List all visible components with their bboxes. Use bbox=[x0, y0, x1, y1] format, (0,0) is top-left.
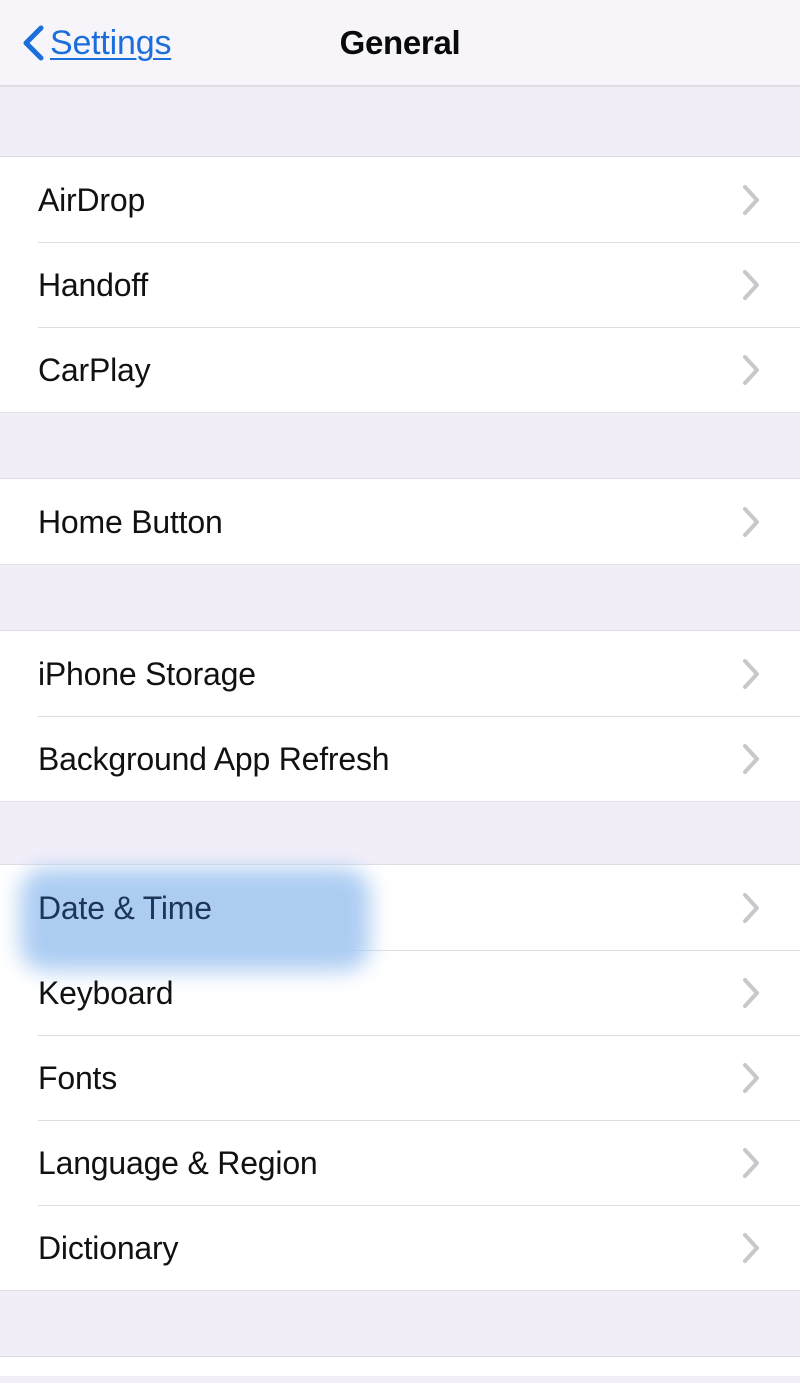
settings-row-label: Keyboard bbox=[38, 974, 174, 1011]
settings-row-iphone-storage[interactable]: iPhone Storage bbox=[0, 631, 800, 716]
group-gap-3 bbox=[0, 801, 800, 865]
chevron-right-icon bbox=[743, 506, 759, 537]
settings-row-label: AirDrop bbox=[38, 181, 146, 218]
settings-row-carplay[interactable]: CarPlay bbox=[0, 327, 800, 412]
settings-row-fonts[interactable]: Fonts bbox=[0, 1035, 800, 1120]
settings-row-label: CarPlay bbox=[38, 351, 151, 388]
settings-row-date-and-time[interactable]: Date & Time bbox=[0, 865, 800, 971]
settings-row-label: Fonts bbox=[38, 1059, 118, 1096]
group-gap-top bbox=[0, 86, 800, 157]
chevron-right-icon bbox=[743, 1147, 759, 1178]
chevron-right-icon bbox=[743, 743, 759, 774]
settings-row-label: Dictionary bbox=[38, 1229, 179, 1266]
settings-row-language-and-region[interactable]: Language & Region bbox=[0, 1120, 800, 1205]
chevron-right-icon bbox=[743, 892, 759, 923]
settings-row-airdrop[interactable]: AirDrop bbox=[0, 157, 800, 242]
navigation-bar: Settings General bbox=[0, 0, 800, 86]
bottom-strip bbox=[0, 1357, 800, 1376]
group-gap-1 bbox=[0, 412, 800, 479]
settings-row-keyboard[interactable]: Keyboard bbox=[0, 950, 800, 1035]
settings-group-localization: Date & Time Keyboard Fonts Language & Re… bbox=[0, 865, 800, 1290]
settings-row-handoff[interactable]: Handoff bbox=[0, 242, 800, 327]
chevron-right-icon bbox=[743, 1232, 759, 1263]
chevron-right-icon bbox=[743, 354, 759, 385]
chevron-right-icon bbox=[743, 269, 759, 300]
settings-row-label: Handoff bbox=[38, 266, 149, 303]
settings-row-label: Background App Refresh bbox=[38, 740, 390, 777]
settings-group-home-button: Home Button bbox=[0, 479, 800, 564]
settings-row-dictionary[interactable]: Dictionary bbox=[0, 1205, 800, 1290]
settings-group-storage: iPhone Storage Background App Refresh bbox=[0, 631, 800, 801]
settings-row-home-button[interactable]: Home Button bbox=[0, 479, 800, 564]
settings-row-label: Date & Time bbox=[38, 889, 212, 926]
settings-group-connectivity: AirDrop Handoff CarPlay bbox=[0, 157, 800, 412]
settings-row-label: iPhone Storage bbox=[38, 655, 256, 692]
chevron-right-icon bbox=[743, 1062, 759, 1093]
settings-row-label: Language & Region bbox=[38, 1144, 318, 1181]
settings-row-background-app-refresh[interactable]: Background App Refresh bbox=[0, 716, 800, 801]
settings-general-screen: Settings General AirDrop Handoff CarPlay bbox=[0, 0, 800, 1383]
settings-row-label: Home Button bbox=[38, 503, 223, 540]
group-gap-2 bbox=[0, 564, 800, 631]
page-title: General bbox=[339, 23, 461, 61]
chevron-right-icon bbox=[743, 977, 759, 1008]
chevron-right-icon bbox=[743, 658, 759, 689]
group-gap-bottom bbox=[0, 1290, 800, 1357]
chevron-right-icon bbox=[743, 184, 759, 215]
